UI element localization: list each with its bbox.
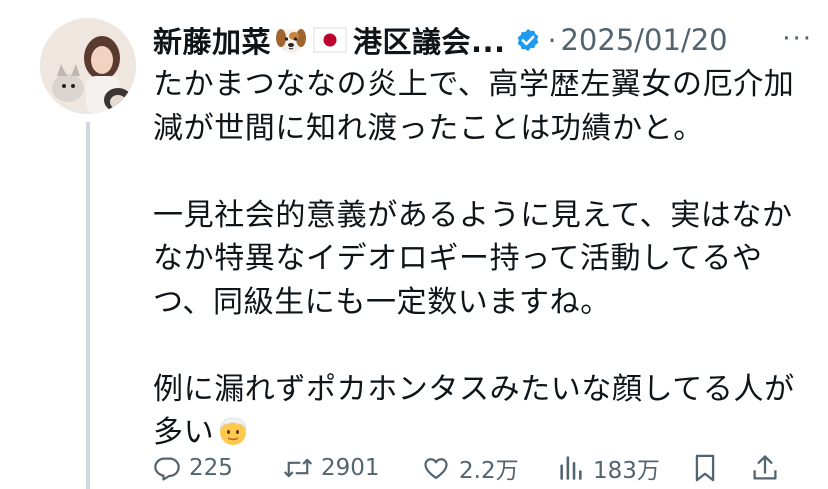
post-date[interactable]: 2025/01/20 (560, 23, 727, 57)
views-chart-icon (560, 456, 582, 480)
like-count: 2.2万 (459, 458, 519, 484)
post-header: 新藤加菜 港区議会... · 2025/01/20 ··· (153, 18, 813, 62)
share-button[interactable] (751, 448, 779, 488)
action-bar: 225 2901 2.2万 183万 (153, 448, 793, 488)
author-name[interactable]: 新藤加菜 (153, 19, 271, 61)
heart-icon (424, 458, 448, 480)
reply-button[interactable]: 225 (153, 448, 233, 488)
dog-face-icon (275, 24, 307, 56)
reply-count: 225 (189, 455, 233, 481)
author-suffix[interactable]: 港区議会... (353, 19, 506, 61)
avatar[interactable] (40, 18, 136, 114)
paragraph-1: たかまつななの炎上で、高学歴左翼女の厄介加 減が世間に知れ渡ったことは功績かと。 (153, 67, 795, 146)
avatar-image (40, 18, 136, 114)
share-icon (753, 455, 777, 480)
separator-dot: · (547, 23, 557, 57)
japan-flag-icon (313, 27, 347, 53)
repost-button[interactable]: 2901 (283, 448, 380, 488)
views-button[interactable]: 183万 (557, 448, 660, 488)
views-count: 183万 (593, 458, 660, 484)
paragraph-2: 一見社会的意義があるように見えて、実はなか なか特異なイデオロギー持って活動して… (153, 197, 793, 320)
repost-count: 2901 (321, 455, 380, 481)
bookmark-button[interactable] (691, 448, 719, 488)
verified-badge-icon[interactable] (514, 26, 542, 54)
post-text: たかまつななの炎上で、高学歴左翼女の厄介加 減が世間に知れ渡ったことは功績かと。… (153, 63, 803, 461)
more-options-icon[interactable]: ··· (782, 24, 813, 54)
repost-icon (283, 458, 313, 478)
reply-icon (154, 457, 180, 481)
thread-line (86, 122, 90, 489)
bookmark-icon (695, 454, 715, 482)
like-button[interactable]: 2.2万 (421, 448, 519, 488)
